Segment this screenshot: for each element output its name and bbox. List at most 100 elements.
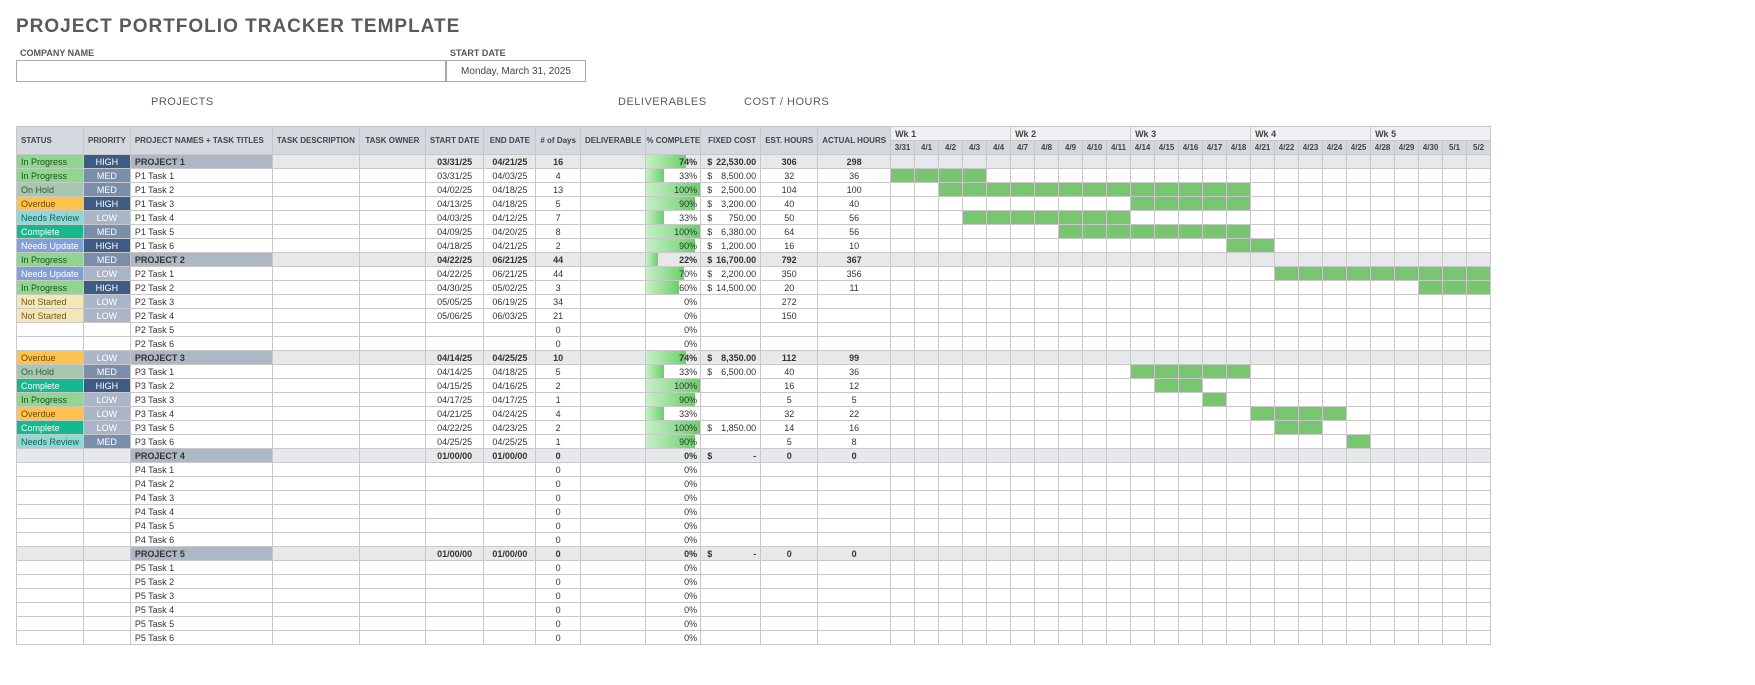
gantt-cell[interactable] [963,309,987,323]
gantt-cell[interactable] [1443,421,1467,435]
priority-cell[interactable]: HIGH [84,379,131,393]
gantt-cell[interactable] [939,477,963,491]
cost-cell[interactable]: $8,350.00 [701,351,761,365]
days-cell[interactable]: 0 [536,449,581,463]
start-cell[interactable] [425,603,483,617]
end-cell[interactable]: 04/12/25 [484,211,536,225]
gantt-cell[interactable] [963,631,987,645]
gantt-cell[interactable] [939,309,963,323]
project-row[interactable]: PROJECT 501/00/0001/00/0000%$-00 [17,547,1491,561]
status-cell[interactable] [17,631,84,645]
gantt-cell[interactable] [1179,309,1203,323]
priority-cell[interactable] [84,547,131,561]
gantt-cell[interactable] [1395,239,1419,253]
desc-cell[interactable] [272,435,359,449]
gantt-cell[interactable] [1395,463,1419,477]
gantt-cell[interactable] [1443,267,1467,281]
act-cell[interactable]: 100 [818,183,891,197]
deliverable-cell[interactable] [580,225,645,239]
desc-cell[interactable] [272,183,359,197]
gantt-cell[interactable] [1347,309,1371,323]
gantt-cell[interactable] [1419,351,1443,365]
gantt-cell[interactable] [1299,407,1323,421]
name-cell[interactable]: P3 Task 1 [130,365,272,379]
gantt-cell[interactable] [1131,435,1155,449]
start-cell[interactable]: 04/02/25 [425,183,483,197]
gantt-cell[interactable] [1275,435,1299,449]
gantt-cell[interactable] [939,617,963,631]
gantt-cell[interactable] [1083,253,1107,267]
gantt-cell[interactable] [891,603,915,617]
gantt-cell[interactable] [1083,183,1107,197]
gantt-cell[interactable] [1059,617,1083,631]
gantt-cell[interactable] [1035,281,1059,295]
est-cell[interactable]: 40 [761,365,818,379]
gantt-cell[interactable] [915,463,939,477]
status-cell[interactable] [17,575,84,589]
end-cell[interactable]: 04/25/25 [484,435,536,449]
act-cell[interactable]: 36 [818,169,891,183]
gantt-cell[interactable] [1251,421,1275,435]
gantt-cell[interactable] [1251,435,1275,449]
gantt-cell[interactable] [1419,477,1443,491]
status-cell[interactable] [17,323,84,337]
gantt-cell[interactable] [1275,211,1299,225]
gantt-cell[interactable] [1347,533,1371,547]
desc-cell[interactable] [272,575,359,589]
owner-cell[interactable] [359,533,425,547]
gantt-cell[interactable] [1227,477,1251,491]
name-cell[interactable]: P3 Task 4 [130,407,272,421]
act-cell[interactable] [818,505,891,519]
gantt-cell[interactable] [915,533,939,547]
gantt-cell[interactable] [1227,281,1251,295]
pct-cell[interactable]: 0% [646,491,701,505]
deliverable-cell[interactable] [580,435,645,449]
gantt-cell[interactable] [1299,463,1323,477]
status-cell[interactable] [17,491,84,505]
gantt-cell[interactable] [1251,281,1275,295]
gantt-cell[interactable] [1371,365,1395,379]
gantt-cell[interactable] [1251,449,1275,463]
deliverable-cell[interactable] [580,281,645,295]
act-cell[interactable]: 16 [818,421,891,435]
pct-cell[interactable]: 33% [646,407,701,421]
gantt-cell[interactable] [1419,155,1443,169]
gantt-cell[interactable] [1251,561,1275,575]
priority-cell[interactable]: MED [84,225,131,239]
gantt-cell[interactable] [1299,337,1323,351]
gantt-cell[interactable] [1059,407,1083,421]
gantt-cell[interactable] [891,239,915,253]
name-cell[interactable]: PROJECT 1 [130,155,272,169]
owner-cell[interactable] [359,407,425,421]
task-row[interactable]: P5 Task 300% [17,589,1491,603]
gantt-cell[interactable] [1275,575,1299,589]
days-cell[interactable]: 21 [536,309,581,323]
gantt-cell[interactable] [1011,351,1035,365]
days-cell[interactable]: 4 [536,169,581,183]
gantt-cell[interactable] [1323,239,1347,253]
gantt-cell[interactable] [1347,603,1371,617]
gantt-cell[interactable] [1203,281,1227,295]
est-cell[interactable] [761,617,818,631]
owner-cell[interactable] [359,309,425,323]
start-cell[interactable]: 04/15/25 [425,379,483,393]
gantt-cell[interactable] [1419,491,1443,505]
gantt-cell[interactable] [1419,463,1443,477]
est-cell[interactable] [761,463,818,477]
priority-cell[interactable] [84,337,131,351]
gantt-cell[interactable] [1347,435,1371,449]
gantt-cell[interactable] [1227,309,1251,323]
owner-cell[interactable] [359,491,425,505]
gantt-cell[interactable] [1443,407,1467,421]
gantt-cell[interactable] [1299,449,1323,463]
gantt-cell[interactable] [987,603,1011,617]
gantt-cell[interactable] [1107,379,1131,393]
gantt-cell[interactable] [891,169,915,183]
gantt-cell[interactable] [1251,519,1275,533]
gantt-cell[interactable] [1323,337,1347,351]
gantt-cell[interactable] [1131,295,1155,309]
gantt-cell[interactable] [1323,575,1347,589]
act-cell[interactable]: 0 [818,547,891,561]
gantt-cell[interactable] [1179,519,1203,533]
task-row[interactable]: P4 Task 500% [17,519,1491,533]
